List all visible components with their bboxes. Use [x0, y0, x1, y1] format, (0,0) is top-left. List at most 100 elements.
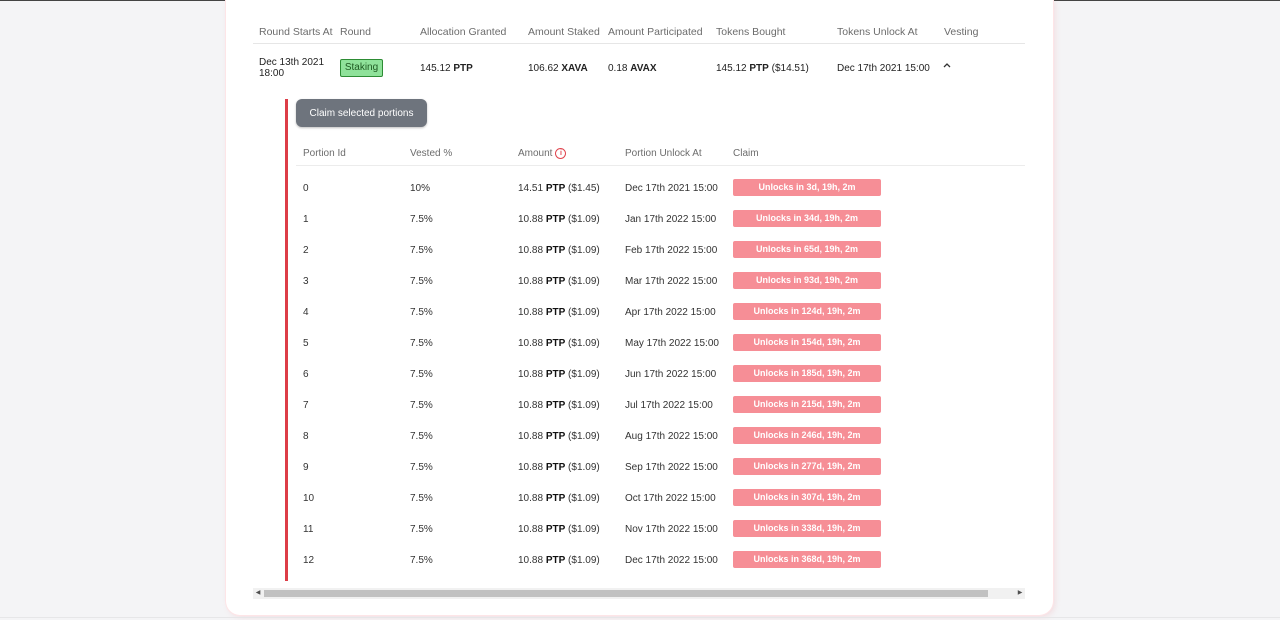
horizontal-scrollbar[interactable]: ◀ ▶ [253, 588, 1025, 599]
portion-amount-value: 10.88 [518, 400, 544, 411]
portion-amount-token: PTP [545, 338, 566, 349]
staked-value: 106.62 [528, 63, 559, 74]
portion-unlock-at: Dec 17th 2021 15:00 [625, 183, 718, 194]
scroll-right-icon[interactable]: ▶ [1015, 588, 1025, 599]
col-tokens-unlock-at: Tokens Unlock At [837, 26, 918, 38]
unlock-countdown-button[interactable]: Unlocks in 368d, 19h, 2m [733, 551, 881, 568]
portion-amount-usd: ($1.45) [568, 183, 600, 194]
portion-amount-token: PTP [545, 493, 566, 504]
bought-value: 145.12 [716, 63, 747, 74]
unlock-countdown-button[interactable]: Unlocks in 154d, 19h, 2m [733, 334, 881, 351]
unlock-countdown-button[interactable]: Unlocks in 307d, 19h, 2m [733, 489, 881, 506]
portion-amount-token: PTP [545, 369, 566, 380]
portion-id: 6 [303, 369, 309, 380]
round-starts-date: Dec 13th 2021 [259, 57, 325, 68]
unlock-countdown-button[interactable]: Unlocks in 215d, 19h, 2m [733, 396, 881, 413]
col-amount-participated: Amount Participated [608, 26, 703, 38]
chevron-up-icon[interactable] [943, 60, 951, 71]
round-type-badge: Staking [340, 59, 383, 77]
portion-amount: 10.88 PTP ($1.09) [518, 307, 600, 318]
portion-amount-value: 10.88 [518, 245, 544, 256]
col-portion-id: Portion Id [303, 148, 346, 159]
portion-amount-value: 10.88 [518, 462, 544, 473]
portion-vested: 7.5% [410, 524, 433, 535]
allocation-value: 145.12 [420, 63, 451, 74]
portion-amount: 10.88 PTP ($1.09) [518, 245, 600, 256]
portion-row: 1 7.5% 10.88 PTP ($1.09) Jan 17th 2022 1… [0, 210, 1280, 228]
portion-amount-value: 10.88 [518, 338, 544, 349]
allocation-token: PTP [453, 63, 473, 74]
portion-id: 3 [303, 276, 309, 287]
portion-amount-value: 10.88 [518, 307, 544, 318]
portion-id: 11 [303, 524, 314, 535]
amount-staked: 106.62 XAVA [528, 63, 588, 74]
portion-amount-usd: ($1.09) [568, 276, 600, 287]
portion-amount-token: PTP [545, 462, 566, 473]
unlock-countdown-button[interactable]: Unlocks in 65d, 19h, 2m [733, 241, 881, 258]
portion-row: 9 7.5% 10.88 PTP ($1.09) Sep 17th 2022 1… [0, 458, 1280, 476]
bought-usd: ($14.51) [771, 63, 809, 74]
staked-token: XAVA [561, 63, 588, 74]
portion-amount-token: PTP [545, 245, 566, 256]
portion-row: 10 7.5% 10.88 PTP ($1.09) Oct 17th 2022 … [0, 489, 1280, 507]
tokens-bought: 145.12 PTP ($14.51) [716, 63, 809, 74]
portion-vested: 7.5% [410, 214, 433, 225]
col-claim: Claim [733, 148, 759, 159]
portion-row: 8 7.5% 10.88 PTP ($1.09) Aug 17th 2022 1… [0, 427, 1280, 445]
page-bottom-border [0, 617, 1280, 618]
portion-row: 11 7.5% 10.88 PTP ($1.09) Nov 17th 2022 … [0, 520, 1280, 538]
portion-id: 5 [303, 338, 309, 349]
portion-id: 4 [303, 307, 309, 318]
unlock-countdown-button[interactable]: Unlocks in 34d, 19h, 2m [733, 210, 881, 227]
portion-id: 10 [303, 493, 315, 504]
unlock-countdown-button[interactable]: Unlocks in 338d, 19h, 2m [733, 520, 881, 537]
portion-row: 12 7.5% 10.88 PTP ($1.09) Dec 17th 2022 … [0, 551, 1280, 569]
portion-id: 0 [303, 183, 309, 194]
portion-amount-usd: ($1.09) [568, 307, 600, 318]
portion-amount-usd: ($1.09) [568, 524, 600, 535]
col-amount-label: Amount [518, 148, 553, 160]
portion-unlock-at: Jan 17th 2022 15:00 [625, 214, 717, 225]
portion-row: 2 7.5% 10.88 PTP ($1.09) Feb 17th 2022 1… [0, 241, 1280, 259]
info-icon[interactable]: i [555, 148, 567, 159]
unlock-countdown-button[interactable]: Unlocks in 246d, 19h, 2m [733, 427, 881, 444]
portion-amount: 10.88 PTP ($1.09) [518, 400, 600, 411]
portion-amount-usd: ($1.09) [568, 338, 600, 349]
portion-vested: 7.5% [410, 245, 433, 256]
portion-amount: 10.88 PTP ($1.09) [518, 462, 600, 473]
portion-unlock-at: Mar 17th 2022 15:00 [625, 276, 718, 287]
portion-vested: 7.5% [410, 276, 433, 287]
portion-amount-usd: ($1.09) [568, 214, 600, 225]
portion-amount: 10.88 PTP ($1.09) [518, 369, 600, 380]
unlock-countdown-button[interactable]: Unlocks in 277d, 19h, 2m [733, 458, 881, 475]
unlock-countdown-button[interactable]: Unlocks in 93d, 19h, 2m [733, 272, 881, 289]
portion-amount-usd: ($1.09) [568, 555, 600, 566]
col-round-starts-at: Round Starts At [259, 26, 333, 38]
portion-amount-value: 10.88 [518, 369, 544, 380]
unlock-countdown-button[interactable]: Unlocks in 3d, 19h, 2m [733, 179, 881, 196]
portion-amount-token: PTP [545, 307, 566, 318]
portion-unlock-at: Nov 17th 2022 15:00 [625, 524, 718, 535]
portion-amount: 10.88 PTP ($1.09) [518, 493, 600, 504]
portion-unlock-at: Oct 17th 2022 15:00 [625, 493, 716, 504]
portion-amount-value: 10.88 [518, 524, 544, 535]
portion-amount-usd: ($1.09) [568, 400, 600, 411]
portion-vested: 7.5% [410, 462, 433, 473]
col-portion-unlock-at: Portion Unlock At [625, 148, 702, 159]
col-vesting: Vesting [944, 26, 979, 38]
portion-vested: 7.5% [410, 400, 433, 411]
unlock-countdown-button[interactable]: Unlocks in 185d, 19h, 2m [733, 365, 881, 382]
col-tokens-bought: Tokens Bought [716, 26, 786, 38]
scroll-left-icon[interactable]: ◀ [253, 588, 263, 599]
portion-vested: 7.5% [410, 338, 433, 349]
unlock-countdown-button[interactable]: Unlocks in 124d, 19h, 2m [733, 303, 881, 320]
portion-amount: 14.51 PTP ($1.45) [518, 183, 600, 194]
portion-amount-value: 14.51 [518, 183, 544, 194]
portion-amount-token: PTP [545, 276, 566, 287]
scrollbar-thumb[interactable] [264, 590, 988, 597]
portion-amount-usd: ($1.09) [568, 369, 600, 380]
portion-amount-token: PTP [545, 400, 566, 411]
portion-row: 7 7.5% 10.88 PTP ($1.09) Jul 17th 2022 1… [0, 396, 1280, 414]
claim-selected-portions-button[interactable]: Claim selected portions [296, 99, 427, 127]
portion-row: 5 7.5% 10.88 PTP ($1.09) May 17th 2022 1… [0, 334, 1280, 352]
